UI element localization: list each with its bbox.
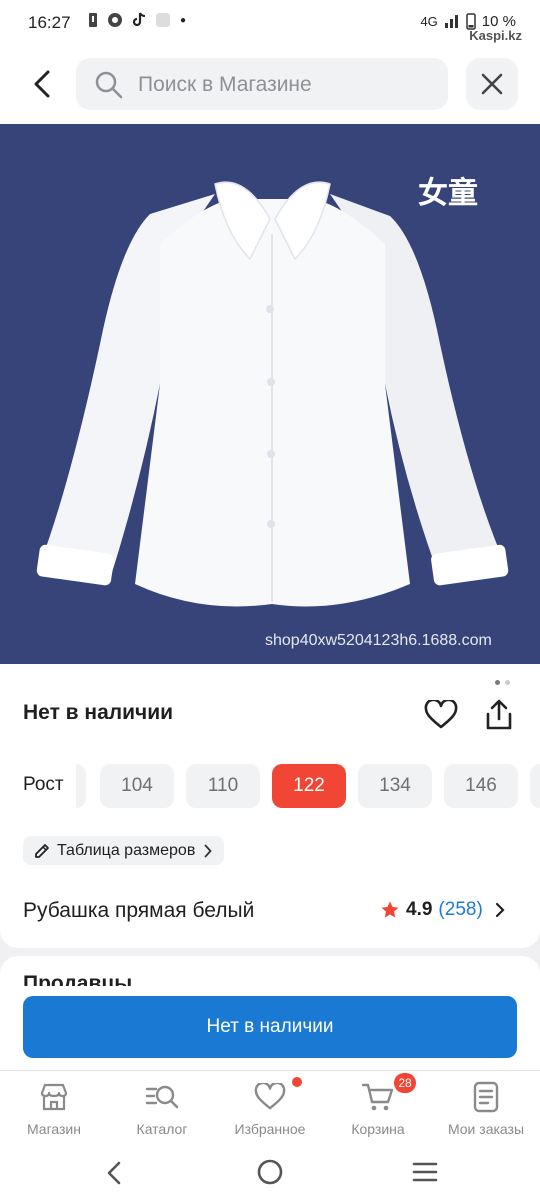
app-screen: 16:27 ● 4G 10 % Kaspi.kz Поиск в Магазин…	[0, 0, 540, 1200]
product-title: Рубашка прямая белый	[23, 899, 255, 922]
tiktok-icon	[132, 12, 146, 27]
battery-level: 10 %	[481, 12, 516, 30]
system-home-icon[interactable]	[256, 1158, 284, 1186]
bottom-navigation: Магазин Каталог Избранное 28 Корзина Мои…	[0, 1070, 540, 1148]
app-notification-icon	[108, 13, 122, 27]
back-arrow-icon	[34, 70, 50, 98]
orders-icon	[473, 1081, 499, 1113]
product-card: Нет в наличии Рост 104 110 122 134 146 Т…	[0, 664, 540, 948]
nav-label-store: Магазин	[26, 1121, 81, 1137]
heart-icon	[254, 1083, 286, 1110]
search-input[interactable]: Поиск в Магазине	[76, 58, 448, 110]
nav-label-catalog: Каталог	[136, 1121, 188, 1137]
heart-icon	[424, 698, 458, 729]
size-chip-134[interactable]: 134	[358, 764, 432, 808]
system-navigation-bar	[0, 1148, 540, 1200]
nav-label-favorites: Избранное	[234, 1121, 306, 1137]
pager-dot	[505, 680, 510, 685]
cart-icon	[361, 1083, 394, 1111]
size-table-label: Таблица размеров	[57, 841, 196, 859]
network-label: 4G	[420, 13, 438, 29]
rating-link[interactable]: 4.9 (258)	[380, 899, 505, 921]
size-chip-partial[interactable]	[76, 764, 86, 808]
availability-action-button[interactable]: Нет в наличии	[23, 996, 517, 1058]
size-chip-104[interactable]: 104	[100, 764, 174, 808]
nav-item-catalog[interactable]: Каталог	[108, 1079, 216, 1137]
image-source-url: shop40xw5204123h6.1688.com	[265, 632, 492, 649]
cart-badge: 28	[394, 1073, 416, 1093]
cta-label: Нет в наличии	[206, 1016, 334, 1037]
size-chip-122-selected[interactable]: 122	[272, 764, 346, 808]
system-back-icon[interactable]	[104, 1160, 124, 1186]
signal-icon	[444, 15, 458, 28]
chevron-right-icon	[495, 902, 505, 918]
nav-item-favorites[interactable]: Избранное	[216, 1077, 324, 1137]
more-notifications-dot: ●	[180, 14, 187, 26]
rating-score: 4.9	[406, 899, 433, 920]
app-badge-icon	[156, 13, 170, 27]
watermark-text: Kaspi.kz	[469, 28, 522, 43]
status-time: 16:27	[28, 13, 71, 32]
review-count: (258)	[438, 899, 483, 920]
size-chip-110[interactable]: 110	[186, 764, 260, 808]
nav-item-cart[interactable]: 28 Корзина	[324, 1073, 432, 1137]
pager-dot-active	[495, 680, 500, 685]
favorite-button[interactable]	[424, 698, 458, 735]
close-button[interactable]	[466, 58, 518, 110]
availability-status: Нет в наличии	[23, 701, 174, 724]
back-button[interactable]	[22, 64, 62, 104]
size-label: Рост	[23, 774, 64, 795]
nav-item-store[interactable]: Магазин	[0, 1079, 108, 1137]
image-overlay-text: 女童	[418, 177, 478, 210]
size-table-button[interactable]: Таблица размеров	[23, 836, 225, 865]
size-chip-partial-next[interactable]	[530, 764, 540, 808]
search-icon	[95, 71, 123, 99]
status-bar: 16:27 ● 4G 10 % Kaspi.kz	[0, 0, 540, 44]
close-icon	[481, 73, 503, 95]
star-icon	[381, 901, 399, 918]
share-icon	[486, 699, 512, 730]
chevron-right-icon	[204, 844, 213, 857]
size-selector: 104 110 122 134 146	[76, 764, 540, 808]
search-placeholder: Поиск в Магазине	[138, 73, 312, 96]
size-chip-146[interactable]: 146	[444, 764, 518, 808]
nav-item-orders[interactable]: Мои заказы	[432, 1079, 540, 1137]
nav-label-orders: Мои заказы	[447, 1121, 525, 1137]
search-header: Поиск в Магазине	[0, 44, 540, 124]
nav-label-cart: Корзина	[351, 1121, 405, 1137]
ruler-pencil-icon	[35, 844, 49, 858]
store-icon	[40, 1083, 68, 1111]
share-button[interactable]	[482, 698, 516, 737]
watermark: Kaspi.kz	[469, 28, 522, 43]
battery-alert-icon	[89, 13, 97, 27]
system-recents-icon[interactable]	[412, 1161, 438, 1183]
product-image[interactable]: 女童 shop40xw5204123h6.1688.com	[0, 124, 540, 664]
catalog-search-icon	[145, 1085, 179, 1109]
favorites-badge-dot	[292, 1077, 302, 1087]
sellers-heading: Продавцы	[23, 972, 133, 986]
notification-icons: ●	[88, 12, 186, 28]
image-pager-dots	[495, 680, 510, 685]
